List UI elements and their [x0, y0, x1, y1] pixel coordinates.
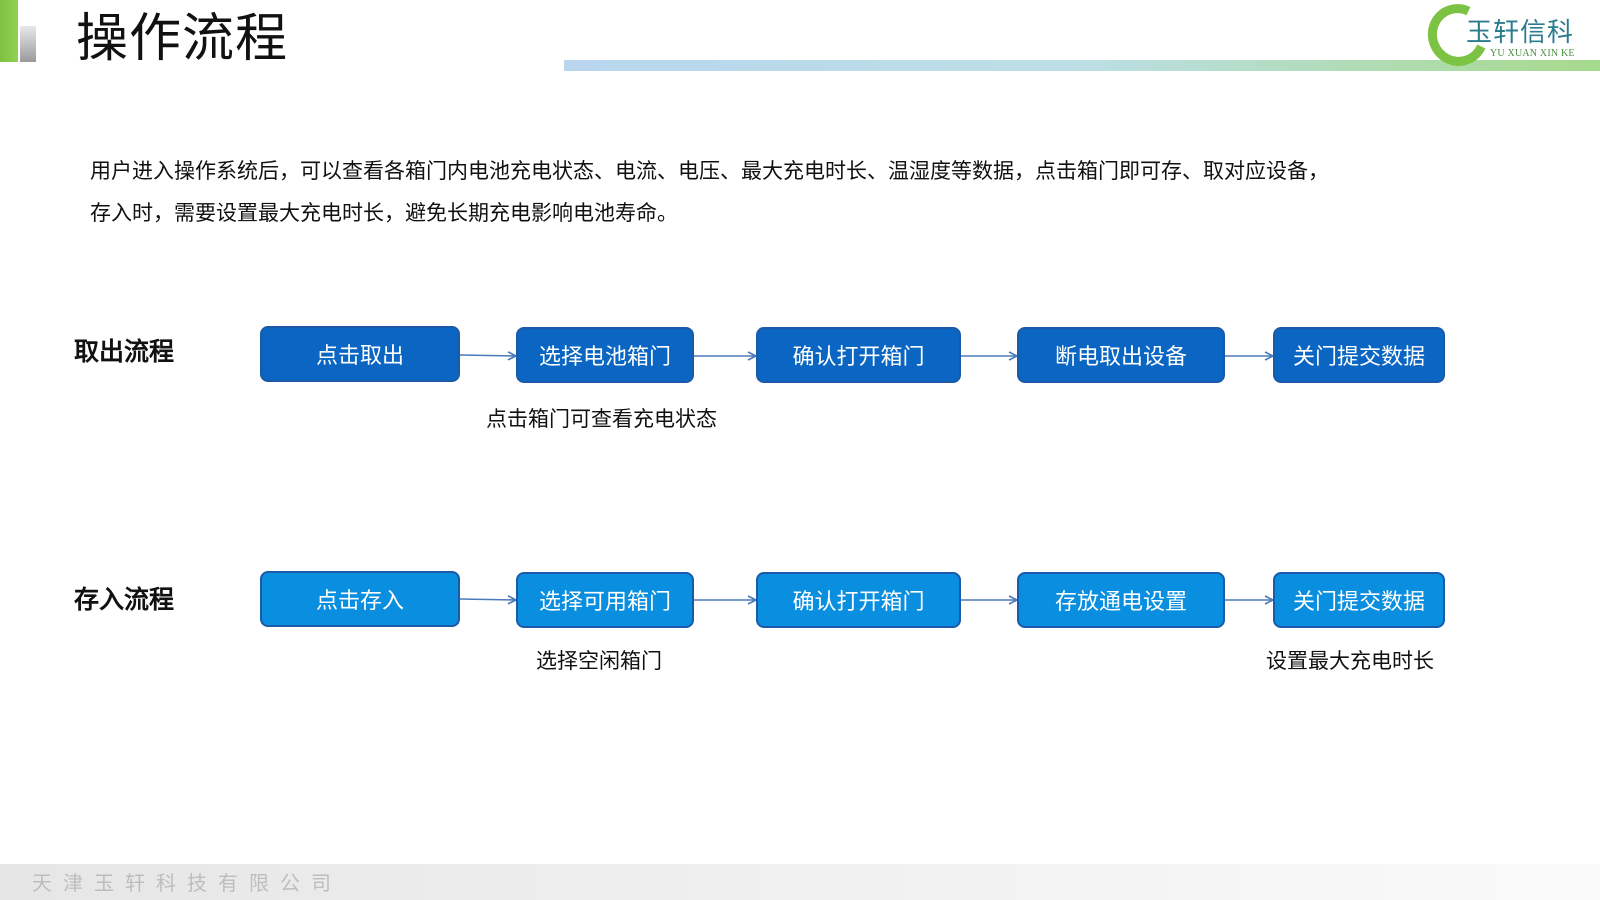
arrow-takeout-1: [459, 355, 516, 356]
arrow-deposit-1: [459, 599, 516, 600]
flow-arrows: [459, 0, 1600, 900]
takeout-step-2: 选择电池箱门: [516, 327, 694, 383]
deposit-step-2: 选择可用箱门: [516, 572, 694, 628]
takeout-step-5: 关门提交数据: [1273, 327, 1445, 383]
takeout-flow-label: 取出流程: [74, 337, 175, 366]
intro-paragraph: 用户进入操作系统后，可以查看各箱门内电池充电状态、电流、电压、最大充电时长、温湿…: [90, 150, 1470, 234]
title-accent-green: [0, 0, 18, 62]
footer-company-name: 天津玉轩科技有限公司: [32, 871, 342, 895]
logo-text: 玉轩信科: [1466, 18, 1575, 48]
title-accent-gray: [20, 26, 36, 62]
intro-line-2: 存入时，需要设置最大充电时长，避免长期充电影响电池寿命。: [90, 201, 678, 225]
takeout-step-2-note: 点击箱门可查看充电状态: [486, 407, 717, 431]
takeout-step-1: 点击取出: [260, 326, 460, 382]
deposit-step-4: 存放通电设置: [1017, 572, 1225, 628]
logo-subtext: YU XUAN XIN KE: [1490, 48, 1575, 59]
footer-bar: 天津玉轩科技有限公司: [0, 864, 1600, 900]
page-title: 操作流程: [76, 9, 289, 69]
deposit-flow-label: 存入流程: [74, 585, 175, 614]
intro-line-1: 用户进入操作系统后，可以查看各箱门内电池充电状态、电流、电压、最大充电时长、温湿…: [90, 159, 1329, 183]
deposit-step-2-note: 选择空闲箱门: [536, 649, 662, 673]
company-logo: 玉轩信科 YU XUAN XIN KE: [1419, 0, 1598, 75]
deposit-step-1: 点击存入: [260, 571, 460, 627]
deposit-step-5: 关门提交数据: [1273, 572, 1445, 628]
takeout-step-3: 确认打开箱门: [756, 327, 961, 383]
deposit-step-5-note: 设置最大充电时长: [1266, 649, 1434, 673]
deposit-step-3: 确认打开箱门: [756, 572, 961, 628]
takeout-step-4: 断电取出设备: [1017, 327, 1225, 383]
